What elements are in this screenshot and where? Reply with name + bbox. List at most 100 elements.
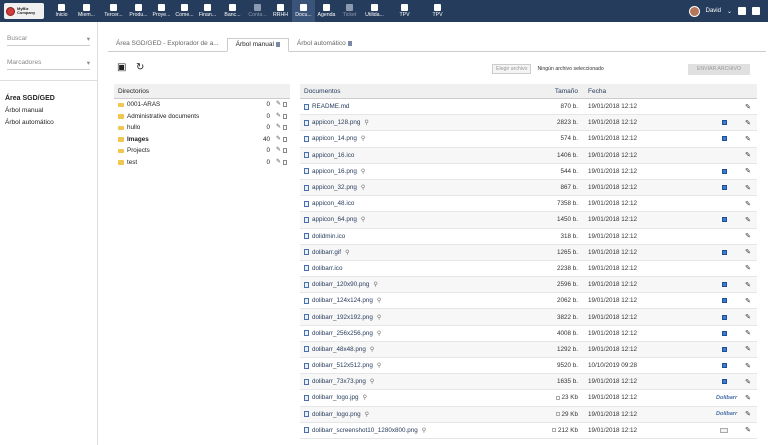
- file-link[interactable]: dolibarr.gif: [312, 249, 341, 256]
- zoom-icon[interactable]: ⚲: [373, 281, 377, 288]
- zoom-icon[interactable]: ⚲: [377, 297, 381, 304]
- user-name[interactable]: David: [706, 8, 721, 14]
- file-link[interactable]: appicon_48.ico: [312, 200, 354, 207]
- bookmarks-select[interactable]: Marcadores ▾: [7, 56, 90, 70]
- edit-icon[interactable]: ✎: [732, 394, 757, 402]
- file-link[interactable]: dolibarr_48x48.png: [312, 346, 366, 353]
- directory-name[interactable]: test: [127, 159, 260, 166]
- file-link[interactable]: dolibarr.ico: [312, 265, 342, 272]
- edit-icon[interactable]: ✎: [732, 167, 757, 175]
- edit-icon[interactable]: ✎: [732, 151, 757, 159]
- menu-item-9[interactable]: RRHH: [269, 0, 292, 22]
- screenshot-thumbnail[interactable]: [720, 427, 728, 433]
- edit-icon[interactable]: ✎: [732, 248, 757, 256]
- delete-icon[interactable]: [283, 113, 287, 119]
- menu-item-13[interactable]: Utilida...: [361, 0, 388, 22]
- edit-icon[interactable]: ✎: [732, 184, 757, 192]
- image-thumbnail[interactable]: [722, 346, 727, 352]
- tab-auto-tree[interactable]: Árbol automático: [289, 38, 360, 52]
- edit-icon[interactable]: ✎: [732, 313, 757, 321]
- zoom-icon[interactable]: ⚲: [345, 249, 349, 256]
- file-link[interactable]: dolibarr_120x90.png: [312, 281, 369, 288]
- image-thumbnail[interactable]: [722, 168, 727, 174]
- image-thumbnail[interactable]: [722, 185, 727, 191]
- menu-item-8[interactable]: Conta...: [246, 0, 269, 22]
- zoom-icon[interactable]: ⚲: [364, 119, 368, 126]
- image-thumbnail[interactable]: [722, 217, 727, 223]
- delete-icon[interactable]: [283, 136, 287, 142]
- menu-item-6[interactable]: Finan...: [196, 0, 219, 22]
- left-item-manual-tree[interactable]: Árbol manual: [5, 107, 97, 114]
- menu-item-7[interactable]: Banc...: [219, 0, 246, 22]
- menu-item-4[interactable]: Proye...: [150, 0, 173, 22]
- directory-row[interactable]: test 0 ✎: [114, 157, 290, 169]
- menu-item-5[interactable]: Come...: [173, 0, 196, 22]
- file-link[interactable]: dolibarr_screenshot10_1280x800.png: [312, 427, 418, 434]
- search-select[interactable]: Buscar ▾: [7, 32, 90, 46]
- file-link[interactable]: dolibarr_512x512.png: [312, 362, 373, 369]
- tab-explorer[interactable]: Área SGD/GED - Explorador de a...: [108, 38, 227, 52]
- file-link[interactable]: dolibarr_192x192.png: [312, 314, 373, 321]
- edit-icon[interactable]: ✎: [732, 119, 757, 127]
- delete-icon[interactable]: [283, 102, 287, 108]
- delete-icon[interactable]: [283, 125, 287, 131]
- edit-icon[interactable]: ✎: [732, 378, 757, 386]
- edit-icon[interactable]: ✎: [732, 216, 757, 224]
- file-link[interactable]: appicon_16.ico: [312, 152, 354, 159]
- col-documents[interactable]: Documentos: [300, 88, 505, 95]
- col-size[interactable]: Tamaño: [505, 88, 584, 95]
- edit-icon[interactable]: ✎: [276, 113, 281, 119]
- delete-icon[interactable]: [283, 148, 287, 154]
- power-icon[interactable]: [752, 7, 760, 15]
- file-link[interactable]: README.md: [312, 103, 349, 110]
- col-date[interactable]: Fecha: [584, 88, 672, 95]
- directory-name[interactable]: hullo: [127, 124, 260, 131]
- edit-icon[interactable]: ✎: [732, 345, 757, 353]
- send-file-button[interactable]: ENVIAR ARCHIVO: [688, 64, 750, 75]
- edit-icon[interactable]: ✎: [732, 264, 757, 272]
- edit-icon[interactable]: ✎: [732, 410, 757, 418]
- refresh-icon[interactable]: ↻: [136, 63, 147, 73]
- menu-item-12[interactable]: Ticket: [338, 0, 361, 22]
- choose-file-button[interactable]: Elegir archivo: [492, 64, 532, 74]
- directory-name[interactable]: Administrative documents: [127, 113, 260, 120]
- image-thumbnail[interactable]: [722, 363, 727, 369]
- zoom-icon[interactable]: ⚲: [370, 346, 374, 353]
- menu-item-3[interactable]: Produ...: [127, 0, 150, 22]
- file-link[interactable]: dolibarr_256x256.png: [312, 330, 373, 337]
- menu-item-1[interactable]: Miem...: [73, 0, 100, 22]
- edit-icon[interactable]: ✎: [732, 135, 757, 143]
- company-logo[interactable]: MyBiz Company: [4, 3, 44, 19]
- edit-icon[interactable]: ✎: [732, 329, 757, 337]
- image-thumbnail[interactable]: [722, 120, 727, 126]
- menu-item-14[interactable]: TPV: [388, 0, 421, 22]
- section-title[interactable]: Área SGD/GED: [5, 95, 97, 102]
- edit-icon[interactable]: ✎: [276, 147, 281, 153]
- zoom-icon[interactable]: ⚲: [377, 330, 381, 337]
- file-link[interactable]: appicon_32.png: [312, 184, 357, 191]
- file-link[interactable]: dolibarr_124x124.png: [312, 297, 373, 304]
- edit-icon[interactable]: ✎: [732, 297, 757, 305]
- print-icon[interactable]: [738, 7, 746, 15]
- file-link[interactable]: appicon_128.png: [312, 119, 360, 126]
- zoom-icon[interactable]: ⚲: [370, 378, 374, 385]
- zoom-icon[interactable]: ⚲: [361, 168, 365, 175]
- file-link[interactable]: appicon_14.png: [312, 135, 357, 142]
- edit-icon[interactable]: ✎: [732, 232, 757, 240]
- menu-item-11[interactable]: Agenda: [315, 0, 338, 22]
- directory-name[interactable]: Images: [127, 136, 260, 143]
- directory-name[interactable]: 0001-ARAS: [127, 101, 260, 108]
- directory-row[interactable]: Images 40 ✎: [114, 134, 290, 146]
- directory-row[interactable]: Projects 0 ✎: [114, 145, 290, 157]
- file-link[interactable]: dolibarr_logo.png: [312, 411, 361, 418]
- edit-icon[interactable]: ✎: [732, 426, 757, 434]
- zoom-icon[interactable]: ⚲: [361, 184, 365, 191]
- zoom-icon[interactable]: ⚲: [361, 135, 365, 142]
- directory-row[interactable]: hullo 0 ✎: [114, 122, 290, 134]
- image-thumbnail[interactable]: [722, 249, 727, 255]
- menu-item-15[interactable]: TPV: [421, 0, 454, 22]
- delete-icon[interactable]: [283, 159, 287, 165]
- file-link[interactable]: dolibarr_73x73.png: [312, 378, 366, 385]
- menu-item-0[interactable]: Inicio: [50, 0, 73, 22]
- image-thumbnail[interactable]: [722, 136, 727, 142]
